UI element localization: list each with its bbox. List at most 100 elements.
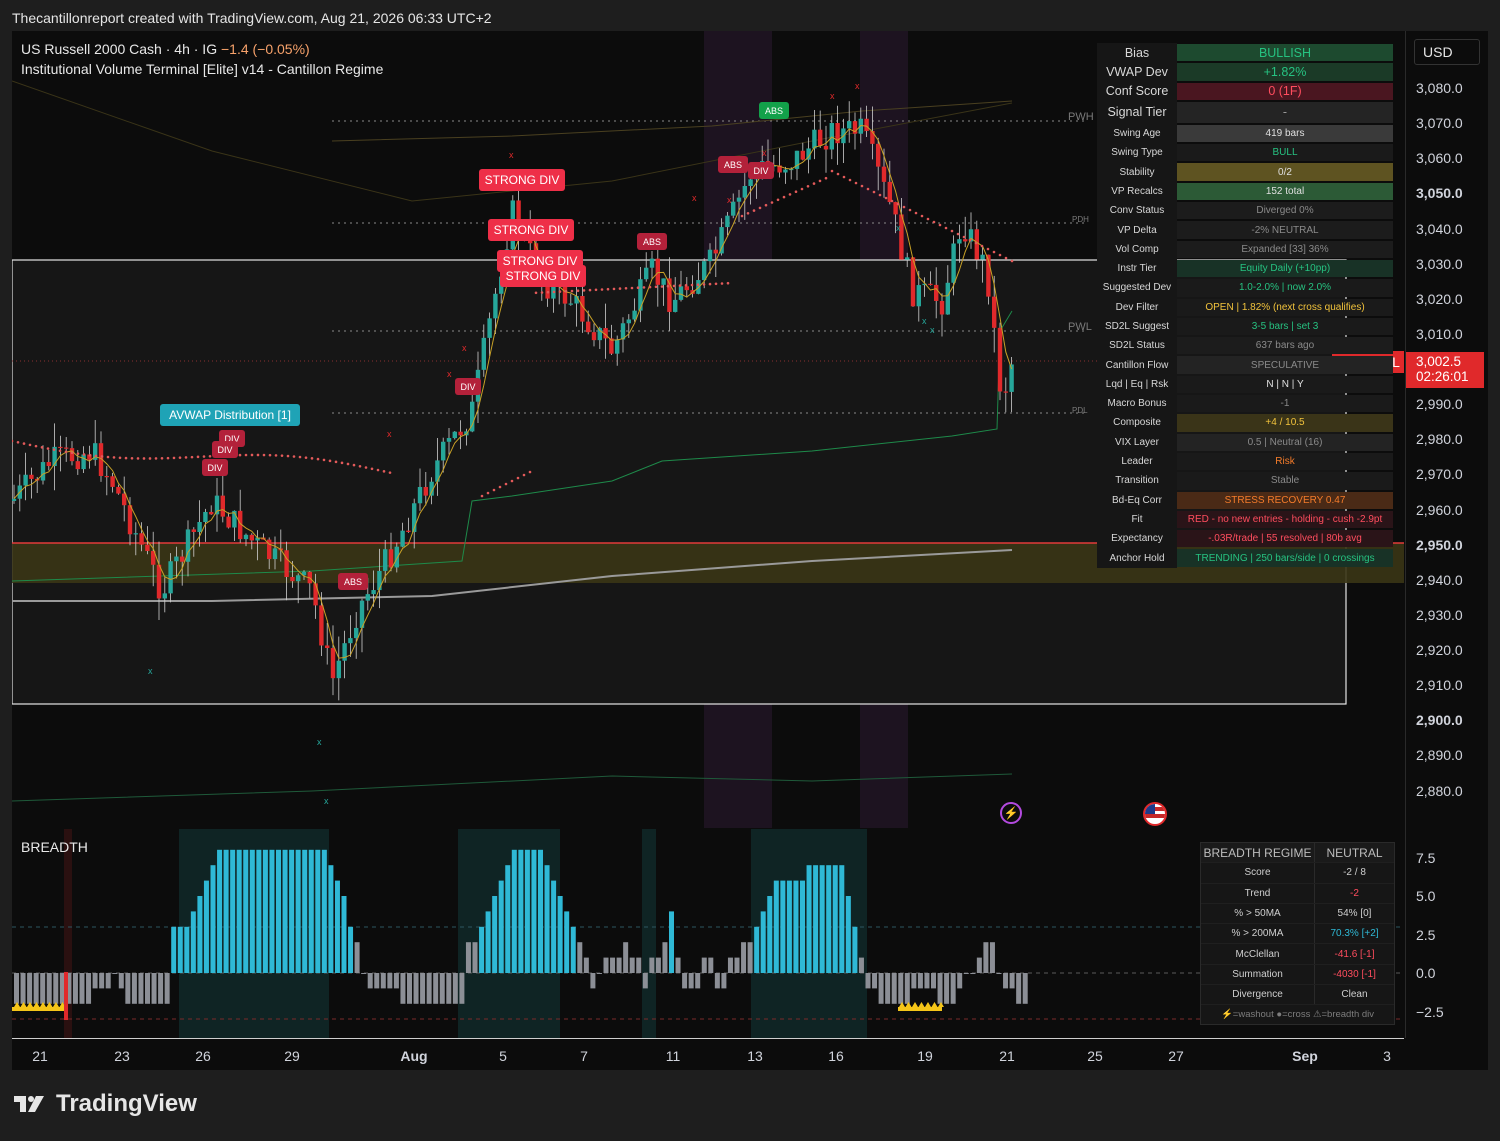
candle-body	[684, 286, 689, 291]
terminal-key: Conv Status	[1097, 201, 1177, 221]
breadth-histogram[interactable]	[12, 829, 1404, 1038]
breadth-bar	[446, 973, 452, 1004]
trail-dot	[714, 282, 718, 286]
trail-dot	[376, 468, 380, 472]
div-label: DIV	[212, 441, 238, 458]
symbol-legend[interactable]: US Russell 2000 Cash · 4h · IG −1.4 (−0.…	[21, 41, 310, 57]
tradingview-logo[interactable]: TradingView	[14, 1090, 197, 1118]
trail-dot	[678, 284, 682, 287]
time-axis[interactable]: 21 23 26 29 Aug 5 7 11 13 16 19 21 25 27 Sep 3	[12, 1038, 1404, 1070]
trail-dot	[34, 444, 38, 448]
indicator-legend[interactable]: Institutional Volume Terminal [Elite] v1…	[21, 61, 383, 77]
breadth-value: -2	[1315, 883, 1394, 903]
breadth-bar	[701, 957, 707, 973]
breadth-pane[interactable]: BREADTH BREADTH REGIME NEUTRAL Score -2 / 8…	[12, 829, 1404, 1038]
trail-dot	[130, 456, 134, 460]
terminal-value: 152 total	[1177, 182, 1393, 201]
breadth-bar	[596, 973, 602, 974]
candle-body	[330, 648, 336, 679]
currency-selector[interactable]: USD	[1414, 39, 1480, 65]
candle-body	[655, 258, 660, 285]
breadth-bar	[158, 973, 164, 1004]
terminal-key: Macro Bonus	[1097, 394, 1177, 414]
breadth-key: Trend	[1201, 883, 1315, 903]
terminal-row: Expectancy -.03R/trade | 55 resolved | 80…	[1097, 529, 1393, 549]
chart-container[interactable]: PWH PDH PWL PDL x x x x x x x x x x x x x x x US Russell 2…	[12, 31, 1488, 1070]
breadth-bar	[767, 896, 773, 973]
trail-dot	[28, 443, 32, 447]
candle-body	[272, 548, 278, 560]
breadth-key: McClellan	[1201, 944, 1315, 964]
trail-dot	[310, 457, 314, 460]
trail-dot	[40, 446, 44, 449]
div-label: DIV	[455, 378, 481, 395]
trail-dot	[764, 203, 768, 207]
breadth-tick: −2.5	[1416, 1004, 1444, 1020]
brand-name: TradingView	[56, 1090, 197, 1117]
candle-body	[876, 143, 881, 167]
breadth-row: % > 50MA 54% [0]	[1201, 902, 1394, 924]
terminal-value: 0.5 | Neutral (16)	[1177, 433, 1393, 451]
trail-dot	[160, 456, 164, 460]
breadth-table-header: BREADTH REGIME NEUTRAL	[1201, 843, 1394, 863]
price-change: −1.4 (−0.05%)	[220, 41, 310, 57]
breadth-bar	[957, 973, 963, 989]
candle-body	[829, 123, 834, 150]
trail-dot	[292, 455, 296, 458]
washout-marker	[931, 1002, 938, 1007]
trail-dot	[552, 290, 556, 294]
trail-dot	[540, 291, 544, 294]
breadth-bar	[269, 849, 275, 973]
candle-body	[951, 243, 956, 283]
breadth-bar	[452, 973, 458, 1004]
regime-shade	[642, 829, 656, 1038]
signal-marker: x	[922, 316, 927, 326]
signal-marker: x	[692, 193, 697, 203]
breadth-bar	[950, 973, 956, 1004]
abs-label: ABS	[759, 102, 789, 119]
tradingview-logo-icon	[14, 1096, 44, 1112]
candle-body	[568, 303, 573, 305]
candle-body	[458, 431, 463, 436]
price-axis[interactable]: USD 3,080.0 3,070.0 3,060.0 3,050.0 3,040.0 3…	[1405, 31, 1488, 1038]
terminal-row: Stability 0/2	[1097, 162, 1393, 182]
candle-body	[377, 570, 382, 591]
abs-label: ABS	[718, 156, 748, 173]
trail-dot	[334, 460, 338, 464]
trail-dot	[830, 169, 834, 173]
trail-dot	[286, 454, 290, 458]
trail-dot	[516, 476, 520, 480]
terminal-key: VP Delta	[1097, 220, 1177, 240]
signal-marker: x	[148, 666, 153, 676]
breadth-bar	[786, 880, 792, 973]
breadth-bar	[780, 880, 786, 973]
candle-body	[162, 593, 167, 599]
trail-dot	[726, 281, 730, 285]
date-tick: 23	[114, 1048, 130, 1064]
cross-marker	[64, 972, 68, 1020]
trail-dot	[94, 454, 98, 458]
last-price-tag: 3,002.5 02:26:01	[1406, 352, 1484, 388]
breadth-bar	[944, 973, 950, 1004]
trail-dot	[136, 457, 140, 460]
terminal-key: Suggested Dev	[1097, 278, 1177, 298]
candle-body	[168, 561, 173, 594]
terminal-key: VP Recalcs	[1097, 181, 1177, 202]
breadth-bar	[190, 911, 196, 973]
price-tick: 2,880.0	[1416, 782, 1463, 799]
candle-body	[974, 229, 979, 260]
breadth-key: Score	[1201, 863, 1315, 883]
breadth-bar	[931, 973, 936, 989]
candle-body	[64, 447, 69, 449]
candle-body	[406, 530, 411, 532]
candle-body	[864, 118, 869, 131]
us-flag-icon[interactable]	[1143, 802, 1167, 826]
price-tick: 2,900.0	[1416, 712, 1463, 729]
breadth-bar	[236, 849, 242, 973]
price-pane[interactable]: PWH PDH PWL PDL x x x x x x x x x x x x x x x US Russell 2…	[12, 31, 1404, 828]
trail-dot	[208, 454, 212, 458]
flash-icon[interactable]: ⚡	[1000, 802, 1022, 824]
breadth-bar	[230, 849, 236, 973]
trail-dot	[196, 455, 200, 459]
breadth-label[interactable]: BREADTH	[21, 839, 88, 855]
